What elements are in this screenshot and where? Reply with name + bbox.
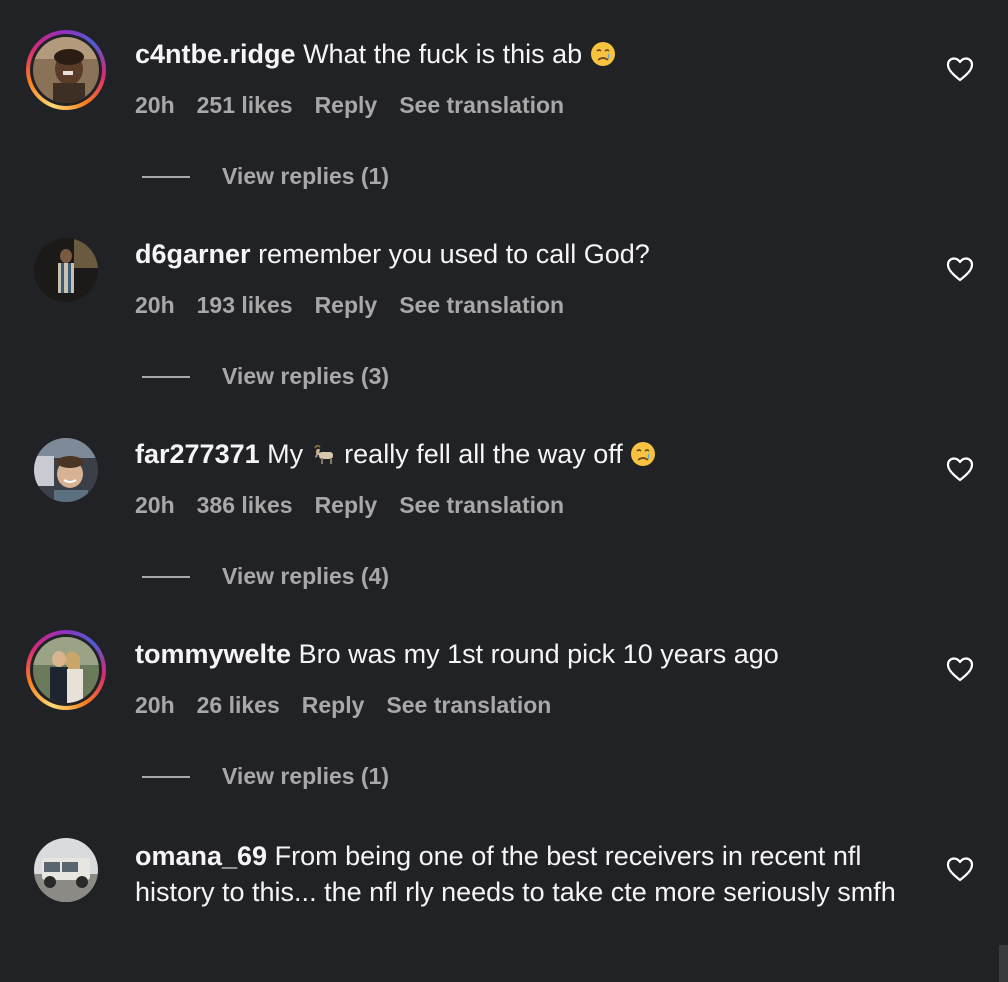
avatar-wrap[interactable] <box>26 430 106 510</box>
comment-text: c4ntbe.ridge What the fuck is this ab <box>135 36 925 72</box>
avatar-story-ring[interactable] <box>26 30 106 110</box>
replies-divider <box>142 576 190 578</box>
comment-text: omana_69 From being one of the best rece… <box>135 838 925 910</box>
see-translation-button[interactable]: See translation <box>399 292 564 318</box>
avatar <box>34 238 98 302</box>
avatar <box>33 37 99 103</box>
comment-body-end: really fell all the way off <box>344 439 623 469</box>
comment-text: tommywelte Bro was my 1st round pick 10 … <box>135 636 925 672</box>
reply-button[interactable]: Reply <box>302 692 365 718</box>
avatar-wrap[interactable] <box>26 230 106 310</box>
view-replies-label[interactable]: View replies (3) <box>222 361 389 391</box>
comment-likes[interactable]: 26 likes <box>197 692 280 718</box>
comment-meta: 20h 251 likes Reply See translation <box>135 92 586 119</box>
comment-username[interactable]: d6garner <box>135 239 251 269</box>
comment-time: 20h <box>135 92 175 118</box>
comment-time: 20h <box>135 492 175 518</box>
comment-likes[interactable]: 193 likes <box>197 292 293 318</box>
comment-username[interactable]: c4ntbe.ridge <box>135 39 296 69</box>
comment-body: What the fuck is this ab <box>303 39 583 69</box>
see-translation-button[interactable]: See translation <box>386 692 551 718</box>
heart-outline-icon[interactable] <box>946 256 974 282</box>
comments-list: c4ntbe.ridge What the fuck is this ab 20… <box>0 0 1008 982</box>
comment-text: far277371 My really fell all the way off <box>135 436 925 472</box>
crying-face-icon <box>590 42 615 66</box>
avatar-story-ring[interactable] <box>26 630 106 710</box>
heart-outline-icon[interactable] <box>946 456 974 482</box>
comment-meta: 20h 26 likes Reply See translation <box>135 692 573 719</box>
goat-icon <box>313 444 333 464</box>
replies-divider <box>142 176 190 178</box>
comment-likes[interactable]: 386 likes <box>197 492 293 518</box>
comment-time: 20h <box>135 292 175 318</box>
reply-button[interactable]: Reply <box>315 92 378 118</box>
view-replies-label[interactable]: View replies (1) <box>222 761 389 791</box>
comment-body: remember you used to call God? <box>258 239 650 269</box>
comment-username[interactable]: far277371 <box>135 439 260 469</box>
replies-divider <box>142 376 190 378</box>
comment-username[interactable]: tommywelte <box>135 639 291 669</box>
reply-button[interactable]: Reply <box>315 492 378 518</box>
replies-divider <box>142 776 190 778</box>
crying-face-icon <box>631 442 656 466</box>
see-translation-button[interactable]: See translation <box>399 92 564 118</box>
view-replies-label[interactable]: View replies (1) <box>222 161 389 191</box>
avatar-wrap[interactable] <box>26 830 106 910</box>
comment-meta: 20h 386 likes Reply See translation <box>135 492 586 519</box>
comment-meta: 20h 193 likes Reply See translation <box>135 292 586 319</box>
see-translation-button[interactable]: See translation <box>399 492 564 518</box>
avatar <box>33 637 99 703</box>
heart-outline-icon[interactable] <box>946 856 974 882</box>
reply-button[interactable]: Reply <box>315 292 378 318</box>
comment-likes[interactable]: 251 likes <box>197 92 293 118</box>
comment-username[interactable]: omana_69 <box>135 841 267 871</box>
avatar <box>34 838 98 902</box>
avatar <box>34 438 98 502</box>
comment-time: 20h <box>135 692 175 718</box>
scrollbar-edge[interactable] <box>999 945 1008 982</box>
comment-body: Bro was my 1st round pick 10 years ago <box>298 639 779 669</box>
heart-outline-icon[interactable] <box>946 656 974 682</box>
heart-outline-icon[interactable] <box>946 56 974 82</box>
view-replies-label[interactable]: View replies (4) <box>222 561 389 591</box>
comment-body-start: My <box>267 439 304 469</box>
comment-text: d6garner remember you used to call God? <box>135 236 925 272</box>
